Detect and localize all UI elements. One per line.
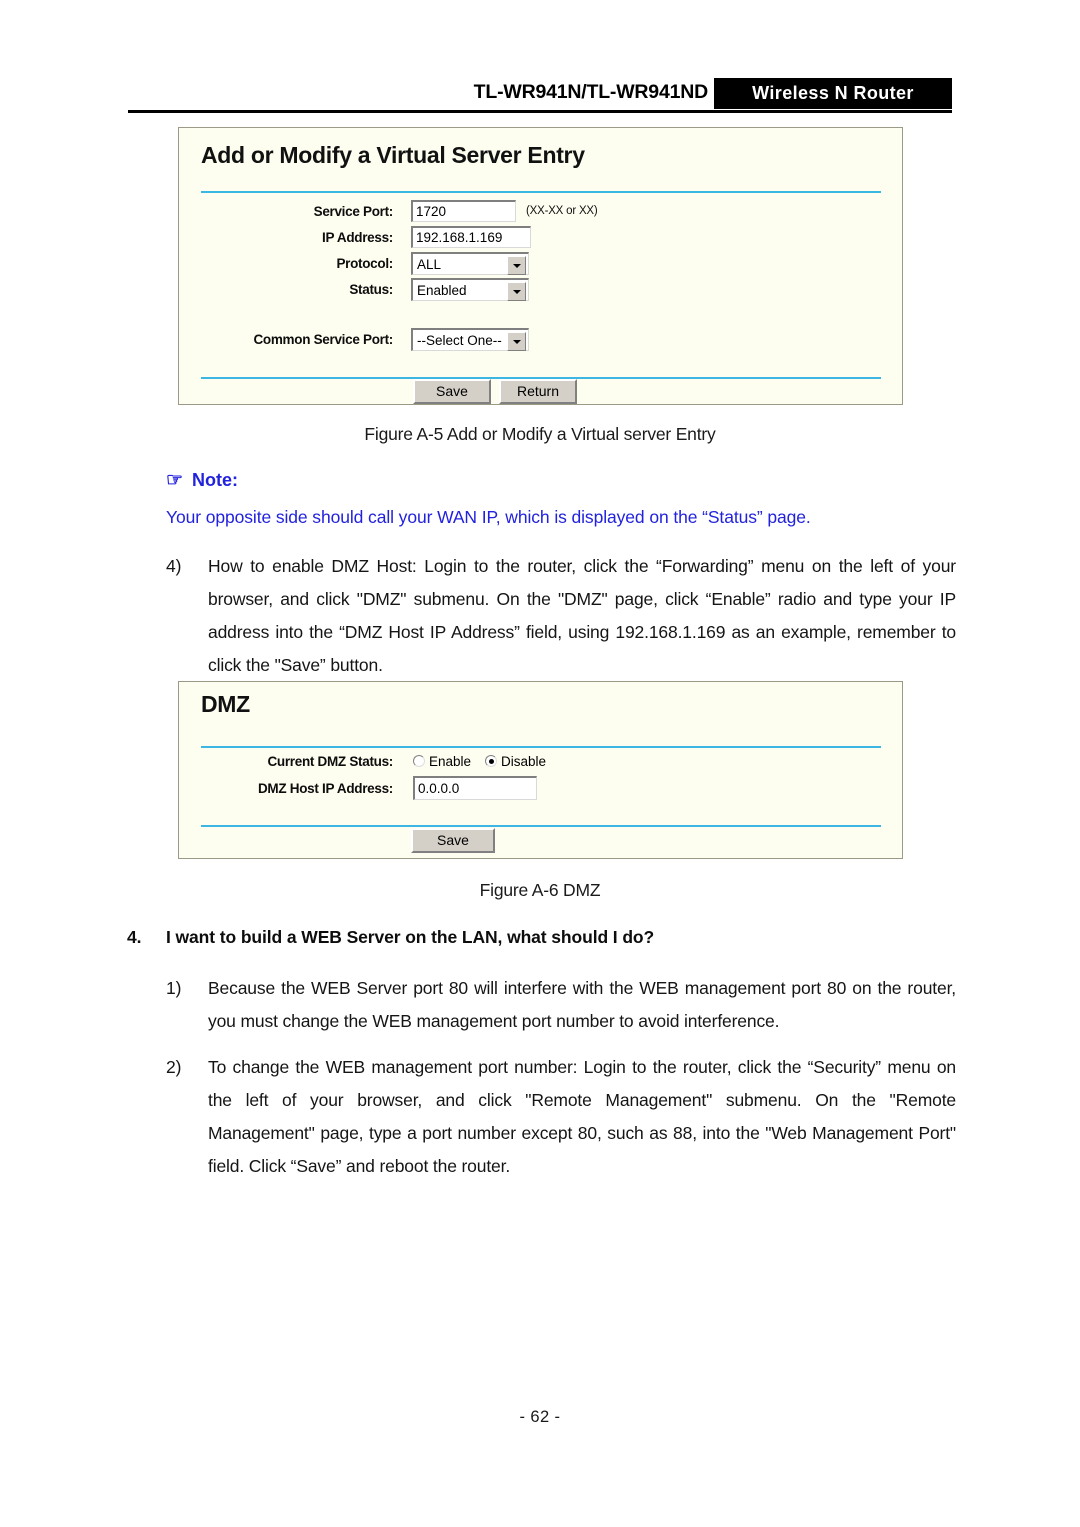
header-model-text: TL-WR941N/TL-WR941ND	[473, 81, 709, 103]
note-heading: ☞ Note:	[166, 470, 238, 491]
dmz-status-row: Current DMZ Status: Enable Disable	[201, 750, 546, 772]
radio-unchecked-icon[interactable]	[413, 755, 425, 767]
common-service-port-select[interactable]: --Select One--	[411, 328, 529, 351]
list-item-text: Because the WEB Server port 80 will inte…	[208, 978, 956, 1031]
chevron-down-icon[interactable]	[507, 256, 526, 275]
status-select-value: Enabled	[417, 283, 467, 298]
status-row: Status: Enabled	[201, 278, 529, 301]
service-port-input[interactable]: 1720	[411, 200, 516, 222]
ip-address-row: IP Address: 192.168.1.169	[201, 226, 531, 248]
list-item-2: 2) To change the WEB management port num…	[166, 1051, 956, 1183]
list-item-1: 1) Because the WEB Server port 80 will i…	[166, 972, 956, 1038]
dmz-status-label: Current DMZ Status:	[267, 753, 393, 769]
virtual-server-panel: Add or Modify a Virtual Server Entry Ser…	[178, 127, 903, 405]
question-heading-4: 4. I want to build a WEB Server on the L…	[127, 927, 957, 948]
protocol-label: Protocol:	[336, 256, 393, 271]
header-divider-rule	[128, 110, 952, 113]
virtual-server-panel-title: Add or Modify a Virtual Server Entry	[201, 142, 585, 168]
dmz-disable-radio[interactable]: Disable	[485, 754, 546, 769]
status-label: Status:	[349, 282, 393, 297]
dmz-save-button[interactable]: Save	[411, 828, 495, 853]
dmz-host-ip-input[interactable]: 0.0.0.0	[413, 776, 537, 800]
return-button[interactable]: Return	[499, 379, 577, 404]
dmz-panel-title: DMZ	[201, 691, 250, 717]
ip-address-input[interactable]: 192.168.1.169	[411, 226, 531, 248]
note-heading-label: Note:	[192, 470, 239, 490]
dmz-host-ip-label: DMZ Host IP Address:	[257, 780, 393, 796]
note-text: Your opposite side should call your WAN …	[166, 507, 811, 527]
protocol-select[interactable]: ALL	[411, 252, 529, 275]
service-port-hint: (XX-XX or XX)	[526, 205, 598, 217]
service-port-row: Service Port: 1720 (XX-XX or XX)	[201, 200, 598, 222]
service-port-label: Service Port:	[313, 203, 394, 219]
dmz-enable-label: Enable	[429, 753, 472, 769]
protocol-row: Protocol: ALL	[201, 252, 529, 275]
ip-address-label: IP Address:	[322, 229, 393, 245]
pointing-hand-icon: ☞	[166, 470, 184, 491]
list-item-4: 4) How to enable DMZ Host: Login to the …	[166, 550, 956, 682]
dmz-enable-radio[interactable]: Enable	[413, 754, 471, 769]
figure-a5-caption: Figure A-5 Add or Modify a Virtual serve…	[364, 424, 716, 444]
status-select[interactable]: Enabled	[411, 278, 529, 301]
panel-top-rule	[201, 746, 881, 748]
panel-bottom-rule	[201, 825, 881, 827]
radio-checked-icon[interactable]	[485, 755, 498, 767]
list-item-text: How to enable DMZ Host: Login to the rou…	[208, 556, 956, 675]
common-service-port-select-value: --Select One--	[417, 333, 502, 348]
question-text: I want to build a WEB Server on the LAN,…	[166, 927, 655, 947]
chevron-down-icon[interactable]	[507, 332, 526, 351]
dmz-host-ip-row: DMZ Host IP Address: 0.0.0.0	[201, 776, 537, 800]
list-item-marker: 1)	[166, 978, 182, 998]
common-service-port-label: Common Service Port:	[253, 332, 393, 347]
dmz-panel: DMZ Current DMZ Status: Enable Disable D…	[178, 681, 903, 859]
dmz-disable-label: Disable	[501, 753, 547, 769]
figure-a6-caption: Figure A-6 DMZ	[479, 880, 601, 900]
page-header: TL-WR941N/TL-WR941ND Wireless N Router	[128, 78, 952, 112]
header-product-banner: Wireless N Router	[714, 78, 952, 109]
question-marker: 4.	[127, 927, 142, 947]
chevron-down-icon[interactable]	[507, 282, 526, 301]
panel-top-rule	[201, 191, 881, 193]
list-item-marker: 4)	[166, 556, 182, 576]
common-service-port-row: Common Service Port: --Select One--	[201, 328, 529, 351]
protocol-select-value: ALL	[417, 257, 442, 272]
save-button[interactable]: Save	[413, 379, 491, 404]
page-footer: - 62 -	[519, 1408, 561, 1426]
list-item-marker: 2)	[166, 1057, 182, 1077]
dmz-status-radio-group: Enable Disable	[413, 754, 546, 769]
list-item-text: To change the WEB management port number…	[208, 1057, 956, 1176]
